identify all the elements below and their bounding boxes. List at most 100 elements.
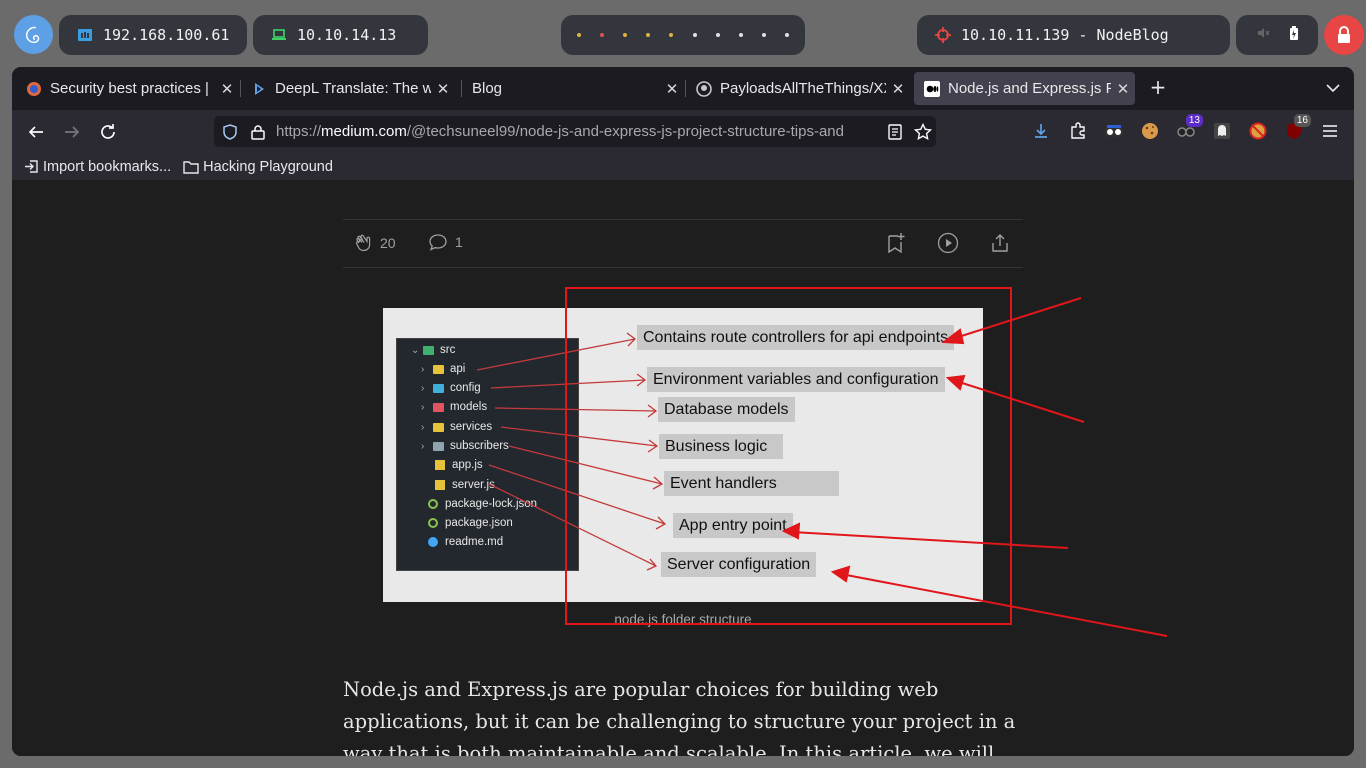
annotation-highlight-box (565, 287, 1012, 625)
back-button[interactable] (22, 118, 50, 146)
tracking-shield-icon[interactable] (220, 122, 240, 142)
save-article-button[interactable] (885, 232, 907, 254)
play-circle-icon (937, 232, 959, 254)
tab-close-icon[interactable]: ✕ (1111, 80, 1135, 98)
extension-badge: 13 (1185, 114, 1203, 127)
cookie-icon (1142, 123, 1158, 139)
responses-button[interactable]: 1 (428, 232, 463, 252)
share-button[interactable] (989, 232, 1011, 254)
power-lock-button[interactable] (1324, 15, 1364, 55)
url-prefix: https:// (276, 123, 322, 140)
import-icon (25, 160, 38, 173)
tab-payloads-all-the-things[interactable]: PayloadsAllTheThings/XX ✕ (685, 72, 910, 105)
forward-button[interactable] (58, 118, 86, 146)
folder-icon (183, 160, 199, 174)
downloads-button[interactable] (1030, 120, 1052, 142)
clap-count: 20 (380, 235, 396, 251)
medium-favicon-icon (924, 80, 940, 97)
arrow-left-icon (28, 126, 43, 138)
url-text[interactable]: https://medium.com/@techsuneel99/node-js… (276, 123, 879, 140)
tab-security-best-practices[interactable]: Security best practices | ✕ (16, 72, 239, 105)
target-indicator[interactable]: 10.10.11.139 - NodeBlog (917, 15, 1230, 55)
extensions-button[interactable] (1067, 120, 1089, 142)
workspace-dot[interactable] (715, 33, 720, 37)
firefox-window: Security best practices | ✕ DeepL Transl… (12, 67, 1354, 756)
workspace-dot[interactable] (692, 33, 697, 37)
debian-menu-button[interactable] (14, 15, 53, 54)
arrow-right-icon (65, 126, 80, 138)
blocked-icon (1249, 122, 1267, 140)
extension-blocker-button[interactable] (1247, 120, 1269, 142)
workspace-dot[interactable] (622, 33, 627, 37)
tab-bar: Security best practices | ✕ DeepL Transl… (12, 67, 1354, 110)
url-host: medium.com (321, 123, 407, 140)
debian-swirl-icon (25, 26, 39, 43)
padlock-icon[interactable] (248, 122, 268, 142)
bookmark-import[interactable]: Import bookmarks... (24, 159, 171, 175)
glasses-icon (1105, 125, 1123, 137)
bookmark-add-icon (888, 233, 905, 254)
workspace-dot[interactable] (785, 33, 790, 37)
workspace-dot[interactable] (599, 33, 604, 37)
deepl-favicon-icon (251, 81, 267, 97)
tab-close-icon[interactable]: ✕ (886, 80, 910, 98)
system-top-bar: 192.168.100.61 10.10.14.13 10.10.11.139 … (0, 0, 1366, 68)
battery-icon[interactable] (1289, 26, 1299, 44)
laptop-icon (271, 27, 287, 43)
github-favicon-icon (696, 80, 712, 97)
article-body-paragraph: Node.js and Express.js are popular choic… (343, 678, 1016, 756)
local-ip-text: 192.168.100.61 (103, 26, 230, 44)
tab-blog[interactable]: Blog ✕ (461, 72, 684, 105)
workspace-dot[interactable] (576, 33, 581, 37)
list-all-tabs-button[interactable] (1322, 77, 1344, 99)
extension-badge: 16 (1293, 114, 1311, 127)
clap-button[interactable]: 20 (353, 232, 396, 254)
vpn-ip-text: 10.10.14.13 (297, 26, 397, 44)
bookmark-star-icon[interactable] (913, 122, 933, 142)
share-icon (992, 234, 1008, 252)
download-icon (1035, 124, 1047, 138)
local-ip-indicator[interactable]: 192.168.100.61 (59, 15, 247, 55)
target-text: 10.10.11.139 - NodeBlog (961, 26, 1169, 44)
crosshair-icon (935, 27, 951, 43)
navigation-toolbar: https://medium.com/@techsuneel99/node-js… (12, 110, 1354, 153)
tab-title: DeepL Translate: The wo (275, 80, 431, 97)
bookmarks-toolbar: Import bookmarks... Hacking Playground (12, 153, 1354, 180)
listen-button[interactable] (937, 232, 959, 254)
new-tab-button[interactable]: + (1146, 75, 1170, 99)
response-count: 1 (455, 234, 463, 250)
tab-title: PayloadsAllTheThings/XX (720, 80, 886, 97)
tab-close-icon[interactable]: ✕ (215, 80, 239, 98)
extension-foxyproxy-button[interactable]: 13 (1175, 114, 1203, 142)
system-tray[interactable] (1236, 15, 1318, 55)
workspace-dot[interactable] (762, 33, 767, 37)
divider (343, 219, 1023, 220)
chevron-down-icon (1326, 84, 1340, 93)
extension-wappalyzer-button[interactable] (1211, 120, 1233, 142)
divider (343, 267, 1023, 268)
app-menu-button[interactable] (1319, 120, 1341, 142)
extension-glasses-button[interactable] (1103, 120, 1125, 142)
workspace-dot[interactable] (738, 33, 743, 37)
workspace-switcher[interactable] (561, 15, 805, 55)
bookmark-folder-hacking-playground[interactable]: Hacking Playground (183, 159, 333, 175)
workspace-dot[interactable] (669, 33, 674, 37)
plus-icon: + (1149, 75, 1167, 99)
reader-view-icon[interactable] (885, 122, 905, 142)
extension-ublock-button[interactable]: 16 (1283, 114, 1311, 142)
tab-nodejs-express-active[interactable]: Node.js and Express.js Pr ✕ (914, 72, 1135, 105)
extension-cookie-button[interactable] (1139, 120, 1161, 142)
tab-title: Blog (472, 80, 503, 97)
tab-close-icon[interactable]: ✕ (660, 80, 684, 98)
tab-title: Node.js and Express.js Pr (948, 80, 1111, 97)
mute-icon[interactable] (1256, 26, 1270, 44)
workspace-dot[interactable] (646, 33, 651, 37)
reload-button[interactable] (94, 118, 122, 146)
comment-bubble-icon (429, 234, 447, 251)
url-bar[interactable]: https://medium.com/@techsuneel99/node-js… (214, 116, 936, 147)
security-favicon-icon (26, 81, 42, 97)
tab-deepl[interactable]: DeepL Translate: The wo ✕ (240, 72, 455, 105)
puzzle-icon (1071, 122, 1085, 139)
tab-close-icon[interactable]: ✕ (431, 80, 455, 98)
vpn-ip-indicator[interactable]: 10.10.14.13 (253, 15, 428, 55)
